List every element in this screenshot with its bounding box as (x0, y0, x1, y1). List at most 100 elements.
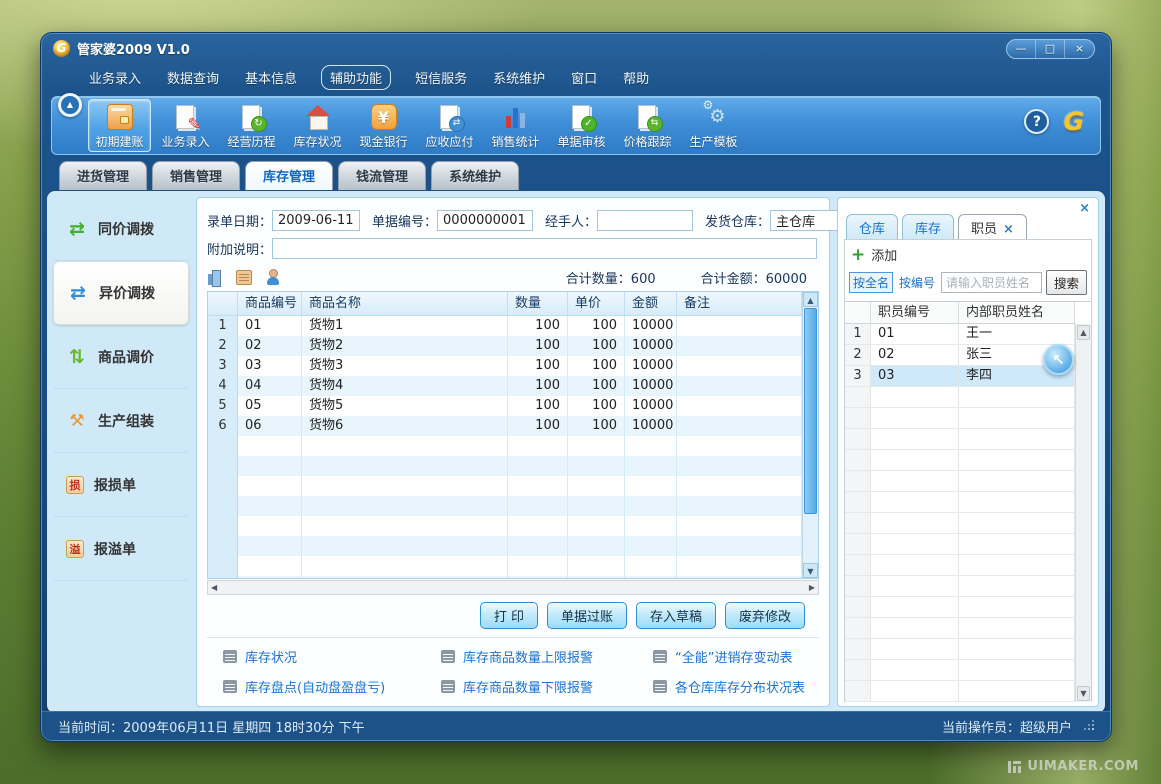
scroll-left-icon[interactable]: ◀ (211, 583, 217, 592)
link-“全能”进销存变动表[interactable]: “全能”进销存变动表 (653, 647, 819, 666)
panel-tab-库存[interactable]: 库存 (902, 214, 954, 240)
toolbar-item-gears[interactable]: 生产模板 (682, 99, 745, 152)
sidebar-item-生产组装[interactable]: 生产组装 (53, 389, 189, 453)
table-row[interactable]: 404货物410010010000 (208, 376, 802, 396)
scroll-right-icon[interactable]: ▶ (809, 583, 815, 592)
goods-icon[interactable] (236, 270, 252, 285)
table-row[interactable]: 505货物510010010000 (208, 396, 802, 416)
menu-item-6[interactable]: 系统维护 (491, 66, 547, 89)
scrollbar-thumb[interactable] (804, 308, 817, 514)
toolbar-item-house[interactable]: 库存状况 (286, 99, 349, 152)
employee-row[interactable] (845, 450, 1075, 471)
table-row[interactable] (208, 536, 802, 556)
employee-row[interactable] (845, 513, 1075, 534)
menu-item-4[interactable]: 辅助功能 (321, 65, 391, 90)
toolbar-item-doc-track[interactable]: 价格跟踪 (616, 99, 679, 152)
toolbar-item-doc-pencil[interactable]: 业务录入 (154, 99, 217, 152)
废弃修改-button[interactable]: 废弃修改 (725, 602, 805, 629)
employee-row[interactable] (845, 408, 1075, 429)
employee-icon[interactable] (265, 269, 281, 285)
doc-number-input[interactable] (437, 210, 533, 231)
table-row[interactable] (208, 516, 802, 536)
scroll-down-icon[interactable]: ▼ (803, 563, 818, 578)
employee-row[interactable] (845, 471, 1075, 492)
employee-row[interactable] (845, 492, 1075, 513)
employee-row[interactable] (845, 429, 1075, 450)
employee-row[interactable]: 101王一 (845, 324, 1075, 345)
table-row[interactable] (208, 556, 802, 576)
help-icon[interactable]: ? (1024, 109, 1049, 134)
tab-库存管理[interactable]: 库存管理 (245, 161, 333, 190)
link-各仓库库存分布状况表[interactable]: 各仓库库存分布状况表 (653, 677, 819, 696)
toolbar-item-doc-check[interactable]: 单据审核 (550, 99, 613, 152)
menu-item-2[interactable]: 数据查询 (165, 66, 221, 89)
table-row[interactable]: 202货物210010010000 (208, 336, 802, 356)
sidebar-item-同价调拨[interactable]: 同价调拨 (53, 197, 189, 261)
employee-row[interactable] (845, 681, 1075, 702)
table-row[interactable] (208, 436, 802, 456)
employee-row[interactable] (845, 618, 1075, 639)
search-button[interactable]: 搜索 (1046, 270, 1087, 295)
collapse-toolbar-button[interactable]: ▲ (58, 93, 82, 117)
panel-scroll-down-icon[interactable]: ▼ (1077, 686, 1090, 701)
employee-row[interactable] (845, 534, 1075, 555)
scroll-up-icon[interactable]: ▲ (803, 292, 818, 307)
table-row[interactable]: 101货物110010010000 (208, 316, 802, 336)
sidebar-item-商品调价[interactable]: 商品调价 (53, 325, 189, 389)
employee-search-input[interactable] (941, 272, 1042, 293)
单据过账-button[interactable]: 单据过账 (547, 602, 627, 629)
employee-row[interactable] (845, 597, 1075, 618)
sidebar-item-异价调拨[interactable]: 异价调拨 (53, 261, 189, 325)
panel-tab-职员[interactable]: 职员× (958, 214, 1027, 240)
employee-row[interactable] (845, 555, 1075, 576)
employee-row[interactable]: 303李四 (845, 366, 1075, 387)
toolbar-item-wallet[interactable]: 初期建账 (88, 99, 151, 152)
handler-input[interactable] (597, 210, 693, 231)
date-input[interactable] (272, 210, 360, 231)
employee-row[interactable] (845, 387, 1075, 408)
menu-item-7[interactable]: 窗口 (569, 66, 599, 89)
menu-item-8[interactable]: 帮助 (621, 66, 651, 89)
employee-row[interactable]: 202张三 (845, 345, 1075, 366)
table-row[interactable]: 606货物610010010000 (208, 416, 802, 436)
horizontal-scrollbar[interactable]: ◀ ▶ (207, 580, 819, 595)
tab-销售管理[interactable]: 销售管理 (152, 161, 240, 190)
table-row[interactable] (208, 456, 802, 476)
employee-row[interactable] (845, 660, 1075, 681)
link-库存商品数量上限报警[interactable]: 库存商品数量上限报警 (441, 647, 653, 666)
table-row[interactable] (208, 496, 802, 516)
tab-系统维护[interactable]: 系统维护 (431, 161, 519, 190)
menu-item-3[interactable]: 基本信息 (243, 66, 299, 89)
panel-scroll-up-icon[interactable]: ▲ (1077, 325, 1090, 340)
resize-grip[interactable] (1082, 720, 1094, 732)
link-库存状况[interactable]: 库存状况 (223, 647, 441, 666)
toolbar-item-doc-arrows[interactable]: 应收应付 (418, 99, 481, 152)
table-row[interactable] (208, 576, 802, 579)
panel-tab-仓库[interactable]: 仓库 (846, 214, 898, 240)
employee-row[interactable] (845, 576, 1075, 597)
table-row[interactable] (208, 476, 802, 496)
menu-item-5[interactable]: 短信服务 (413, 66, 469, 89)
close-button[interactable]: × (1065, 40, 1094, 58)
toolbar-item-yen[interactable]: 现金银行 (352, 99, 415, 152)
table-row[interactable]: 303货物310010010000 (208, 356, 802, 376)
note-input[interactable] (272, 238, 817, 259)
link-库存盘点(自动盘盈盘亏)[interactable]: 库存盘点(自动盘盈盘亏) (223, 677, 441, 696)
存入草稿-button[interactable]: 存入草稿 (636, 602, 716, 629)
panel-vertical-scrollbar[interactable]: ▲ ▼ (1075, 324, 1091, 702)
minimize-button[interactable]: — (1007, 40, 1036, 58)
tab-进货管理[interactable]: 进货管理 (59, 161, 147, 190)
tab-close-icon[interactable]: × (1003, 222, 1014, 237)
sidebar-item-报溢单[interactable]: 溢报溢单 (53, 517, 189, 581)
add-row[interactable]: + 添加 (845, 240, 1091, 269)
toolbar-item-bar-chart[interactable]: 销售统计 (484, 99, 547, 152)
vertical-scrollbar[interactable]: ▲ ▼ (802, 292, 818, 578)
search-by-code-toggle[interactable]: 按编号 (897, 273, 937, 292)
打 印-button[interactable]: 打 印 (480, 602, 538, 629)
employee-row[interactable] (845, 639, 1075, 660)
panel-close-icon[interactable]: × (1079, 201, 1090, 216)
maximize-button[interactable]: □ (1036, 40, 1065, 58)
sidebar-item-报损单[interactable]: 损报损单 (53, 453, 189, 517)
search-by-name-toggle[interactable]: 按全名 (849, 272, 893, 293)
toolbar-item-doc-clock[interactable]: 经营历程 (220, 99, 283, 152)
